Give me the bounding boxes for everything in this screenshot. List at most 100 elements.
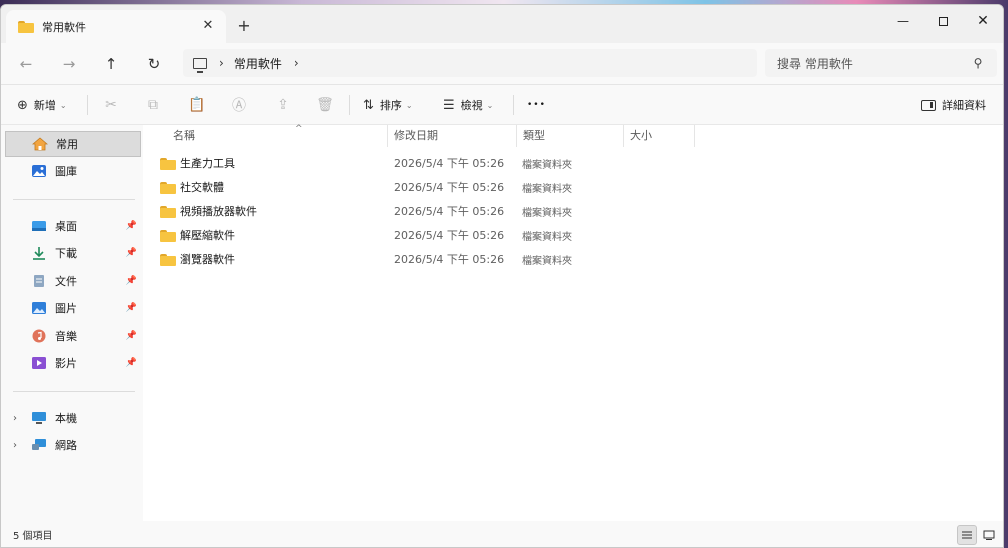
new-button[interactable]: ⊕ 新增 ⌄ — [17, 93, 67, 117]
maximize-button[interactable] — [923, 5, 963, 37]
file-row[interactable]: 瀏覽器軟件 2026/5/4 下午 05:26 檔案資料夾 — [153, 247, 713, 271]
folder-icon — [160, 229, 176, 242]
sidebar-item-pictures[interactable]: 圖片 📌 — [5, 295, 141, 321]
search-icon[interactable]: ⚲ — [969, 56, 987, 70]
tab-current[interactable]: 常用軟件 ✕ — [6, 10, 226, 43]
close-window-button[interactable]: ✕ — [963, 5, 1003, 37]
pin-icon[interactable]: 📌 — [126, 276, 137, 286]
computer-icon — [193, 57, 207, 73]
copy-button[interactable]: ⧉ — [142, 93, 164, 117]
column-header-type[interactable]: 類型 — [517, 125, 623, 147]
sidebar-item-documents[interactable]: 文件 📌 — [5, 268, 141, 294]
sort-label: 排序 — [379, 99, 402, 112]
sidebar-item-desktop[interactable]: 桌面 📌 — [5, 213, 141, 239]
maximize-icon — [938, 17, 948, 26]
view-button[interactable]: ☰ 檢視 ⌄ — [443, 93, 493, 117]
plus-circle-icon: ⊕ — [17, 97, 28, 113]
forward-button[interactable]: → — [58, 53, 80, 75]
folder-icon — [160, 205, 176, 218]
music-icon — [31, 329, 47, 343]
view-label: 檢視 — [460, 99, 483, 112]
rename-button[interactable]: Ⓐ — [228, 93, 250, 117]
details-label: 詳細資料 — [942, 99, 986, 112]
new-tab-button[interactable]: + — [235, 17, 253, 35]
copy-icon: ⧉ — [148, 97, 158, 113]
address-bar[interactable]: › 常用軟件 › — [183, 49, 757, 77]
sidebar-item-label: 音樂 — [55, 330, 77, 343]
folder-icon — [160, 181, 176, 194]
divider — [349, 95, 350, 115]
file-row[interactable]: 解壓縮軟件 2026/5/4 下午 05:26 檔案資料夾 — [153, 223, 713, 247]
sidebar-item-downloads[interactable]: 下載 📌 — [5, 240, 141, 266]
file-row[interactable]: 生產力工具 2026/5/4 下午 05:26 檔案資料夾 — [153, 151, 713, 175]
file-name: 生產力工具 — [180, 157, 235, 170]
sidebar-item-gallery[interactable]: 圖庫 — [5, 158, 141, 184]
file-name: 解壓縮軟件 — [180, 229, 235, 242]
column-separator[interactable] — [694, 125, 695, 147]
tab-close-button[interactable]: ✕ — [200, 18, 216, 34]
download-icon — [31, 246, 47, 260]
file-type: 檔案資料夾 — [522, 183, 572, 195]
this-pc-icon — [31, 411, 47, 425]
sidebar-item-label: 圖片 — [55, 302, 77, 315]
cut-button[interactable]: ✂ — [100, 93, 122, 117]
pin-icon[interactable]: 📌 — [126, 248, 137, 258]
pin-icon[interactable]: 📌 — [126, 358, 137, 368]
search-input[interactable]: 搜尋 常用軟件 — [777, 55, 969, 72]
column-header-name[interactable]: 名稱 ^ — [167, 124, 387, 147]
file-date: 2026/5/4 下午 05:26 — [394, 181, 505, 194]
folder-icon — [160, 157, 176, 170]
more-options-button[interactable]: ••• — [527, 93, 546, 117]
pin-icon[interactable]: 📌 — [126, 221, 137, 231]
details-view-button[interactable] — [957, 525, 977, 545]
delete-icon: 🗑 — [316, 97, 334, 113]
paste-button[interactable]: 📋 — [186, 93, 208, 117]
rename-icon: Ⓐ — [232, 98, 246, 114]
file-name: 視頻播放器軟件 — [180, 205, 257, 218]
sidebar-item-music[interactable]: 音樂 📌 — [5, 323, 141, 349]
large-icons-view-button[interactable] — [979, 525, 999, 545]
breadcrumb-item[interactable]: 常用軟件 — [234, 55, 282, 72]
gallery-icon — [31, 164, 47, 178]
file-row[interactable]: 社交軟體 2026/5/4 下午 05:26 檔案資料夾 — [153, 175, 713, 199]
share-icon: ⇪ — [277, 97, 289, 113]
back-button[interactable]: ← — [15, 53, 37, 75]
details-pane-button[interactable]: 詳細資料 — [921, 93, 986, 117]
home-icon — [31, 137, 49, 151]
file-list: 名稱 ^ 修改日期 類型 大小 生產力工具 2026/5/4 下午 05:26 … — [143, 124, 1003, 521]
delete-button[interactable]: 🗑 — [314, 93, 336, 117]
pictures-icon — [31, 301, 47, 315]
expand-chevron-icon[interactable]: › — [13, 413, 17, 424]
tiles-view-icon — [983, 530, 995, 540]
command-bar: ⊕ 新增 ⌄ ✂ ⧉ 📋 Ⓐ ⇪ 🗑 ⇅ 排序 ⌄ ☰ 檢視 ⌄ ••• 詳細資… — [1, 85, 1003, 125]
sidebar-item-label: 本機 — [55, 412, 77, 425]
sidebar-item-videos[interactable]: 影片 📌 — [5, 350, 141, 376]
expand-chevron-icon[interactable]: › — [13, 440, 17, 451]
breadcrumb-separator[interactable]: › — [219, 56, 224, 70]
sort-button[interactable]: ⇅ 排序 ⌄ — [363, 93, 413, 117]
videos-icon — [31, 356, 47, 370]
pin-icon[interactable]: 📌 — [126, 331, 137, 341]
file-explorer-window: 常用軟件 ✕ + — ✕ ← → ↑ ↻ › 常用軟件 › 搜尋 常用軟件 ⚲ … — [0, 4, 1004, 548]
up-button[interactable]: ↑ — [100, 53, 122, 75]
sidebar-item-network[interactable]: › 網路 — [5, 432, 141, 458]
file-row[interactable]: 視頻播放器軟件 2026/5/4 下午 05:26 檔案資料夾 — [153, 199, 713, 223]
sort-ascending-icon: ^ — [295, 124, 303, 134]
share-button[interactable]: ⇪ — [272, 93, 294, 117]
search-box[interactable]: 搜尋 常用軟件 ⚲ — [765, 49, 997, 77]
pin-icon[interactable]: 📌 — [126, 303, 137, 313]
navigation-bar: ← → ↑ ↻ › 常用軟件 › 搜尋 常用軟件 ⚲ — [1, 43, 1003, 85]
details-view-icon — [962, 531, 972, 539]
refresh-button[interactable]: ↻ — [143, 53, 165, 75]
sidebar-item-label: 網路 — [55, 439, 77, 452]
sidebar-item-this-pc[interactable]: › 本機 — [5, 405, 141, 431]
sidebar-item-home[interactable]: 常用 — [5, 131, 141, 157]
sidebar-item-label: 常用 — [56, 138, 78, 151]
breadcrumb-separator[interactable]: › — [294, 56, 299, 70]
sidebar-divider — [13, 199, 135, 200]
sidebar-item-label: 文件 — [55, 275, 77, 288]
sidebar-item-label: 桌面 — [55, 220, 77, 233]
column-header-size[interactable]: 大小 — [624, 125, 694, 147]
column-header-date[interactable]: 修改日期 — [388, 125, 516, 147]
minimize-button[interactable]: — — [883, 5, 923, 37]
